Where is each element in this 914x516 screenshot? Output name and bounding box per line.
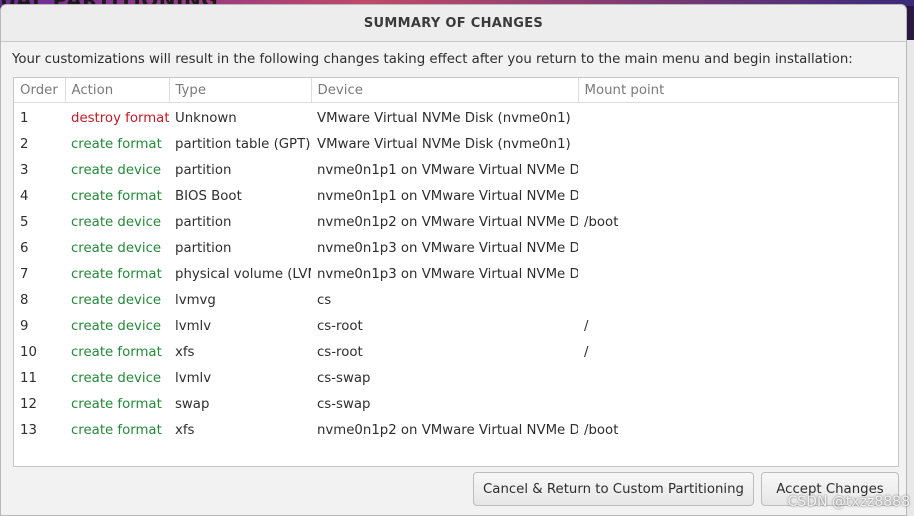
dialog-title: SUMMARY OF CHANGES [363, 15, 544, 31]
cell-order: 5 [20, 214, 29, 230]
cell-type: partition [175, 214, 232, 230]
cell-mount-point [578, 103, 898, 132]
cell-order: 3 [20, 162, 29, 178]
cell-mount-point: /boot [584, 422, 619, 438]
cell-action: create format [71, 344, 162, 360]
cell-mount-point [578, 235, 898, 261]
cell-type: xfs [175, 422, 195, 438]
cell-mount-point: / [584, 318, 589, 334]
cell-type: swap [175, 396, 210, 412]
cell-action: create device [71, 214, 162, 230]
cell-type: lvmvg [175, 292, 216, 308]
table-row[interactable]: 12 create format swap cs-swap [14, 391, 898, 417]
cell-order: 6 [20, 240, 29, 256]
cell-device: nvme0n1p3 on VMware Virtual NVMe Disk [317, 240, 578, 256]
cell-mount-point [578, 157, 898, 183]
cell-action: create device [71, 370, 162, 386]
table-row[interactable]: 6 create device partition nvme0n1p3 on VMwa… [14, 235, 898, 261]
cell-order: 11 [20, 370, 37, 386]
cell-action: create format [71, 188, 162, 204]
cell-order: 10 [20, 344, 37, 360]
cell-order: 2 [20, 136, 29, 152]
cell-action: create device [71, 240, 162, 256]
table-row[interactable]: 10 create format xfs cs-root / [14, 339, 898, 365]
table-row[interactable]: 9 create device lvmlv cs-root / [14, 313, 898, 339]
cell-type: partition [175, 162, 232, 178]
cell-order: 8 [20, 292, 29, 308]
cell-device: nvme0n1p2 on VMware Virtual NVMe Disk [317, 214, 578, 230]
column-header-action[interactable]: Action [65, 78, 170, 103]
cell-type: BIOS Boot [175, 188, 242, 204]
cell-order: 4 [20, 188, 29, 204]
cell-mount-point [578, 287, 898, 313]
cell-action: create format [71, 136, 162, 152]
cell-device: nvme0n1p1 on VMware Virtual NVMe Disk [317, 188, 578, 204]
cell-order: 9 [20, 318, 29, 334]
table-row[interactable]: 13 create format xfs nvme0n1p2 on VMware Vi… [14, 417, 898, 443]
cell-device: cs-root [317, 344, 363, 360]
table-row[interactable]: 1 destroy format Unknown VMware Virtual NVM… [14, 103, 898, 132]
summary-dialog: SUMMARY OF CHANGES Your customizations w… [0, 4, 907, 516]
changes-table-container[interactable]: Order Action Type Device Mount point 1 de… [13, 77, 899, 467]
intro-text: Your customizations will result in the f… [12, 52, 853, 67]
table-row[interactable]: 5 create device partition nvme0n1p2 on VMwa… [14, 209, 898, 235]
cell-mount-point: /boot [584, 214, 619, 230]
cell-mount-point [578, 261, 898, 287]
cell-device: nvme0n1p1 on VMware Virtual NVMe Disk [317, 162, 578, 178]
table-header-row: Order Action Type Device Mount point [14, 78, 898, 103]
cell-order: 12 [20, 396, 37, 412]
cell-order: 13 [20, 422, 37, 438]
cell-type: Unknown [175, 110, 237, 126]
watermark: CSDN @txzz8888 [787, 494, 910, 510]
cell-type: lvmlv [175, 318, 212, 334]
changes-table: Order Action Type Device Mount point 1 de… [14, 78, 898, 443]
cell-device: cs-swap [317, 370, 371, 386]
table-body: 1 destroy format Unknown VMware Virtual NVM… [14, 103, 898, 444]
table-row[interactable]: 2 create format partition table (GPT) VMwar… [14, 131, 898, 157]
cell-device: nvme0n1p2 on VMware Virtual NVMe Disk [317, 422, 578, 438]
cell-order: 1 [20, 110, 29, 126]
dialog-header: SUMMARY OF CHANGES [1, 5, 906, 42]
cell-action: create device [71, 318, 162, 334]
table-row[interactable]: 7 create format physical volume (LVM) nvme0… [14, 261, 898, 287]
cell-order: 7 [20, 266, 29, 282]
table-row[interactable]: 8 create device lvmvg cs [14, 287, 898, 313]
cell-type: lvmlv [175, 370, 212, 386]
cell-type: physical volume (LVM) [175, 266, 311, 282]
cell-type: partition [175, 240, 232, 256]
cell-device: nvme0n1p3 on VMware Virtual NVMe Disk [317, 266, 578, 282]
cell-action: create device [71, 162, 162, 178]
cell-device: VMware Virtual NVMe Disk (nvme0n1) [317, 136, 571, 152]
cell-device: cs-swap [317, 396, 371, 412]
column-header-device[interactable]: Device [311, 78, 579, 103]
column-header-order[interactable]: Order [14, 78, 66, 103]
cell-device: cs-root [317, 318, 363, 334]
cell-mount-point [578, 365, 898, 391]
cell-action: create format [71, 422, 162, 438]
table-row[interactable]: 11 create device lvmlv cs-swap [14, 365, 898, 391]
cell-mount-point: / [584, 344, 589, 360]
cell-type: partition table (GPT) [175, 136, 311, 152]
cell-action: destroy format [71, 110, 169, 126]
cell-device: VMware Virtual NVMe Disk (nvme0n1) [317, 110, 571, 126]
cell-type: xfs [175, 344, 195, 360]
cancel-return-button[interactable]: Cancel & Return to Custom Partitioning [473, 472, 754, 506]
column-header-mount-point[interactable]: Mount point [578, 78, 898, 103]
cell-mount-point [578, 183, 898, 209]
cell-action: create device [71, 292, 162, 308]
cell-mount-point [578, 391, 898, 417]
table-row[interactable]: 3 create device partition nvme0n1p1 on VMwa… [14, 157, 898, 183]
cell-action: create format [71, 396, 162, 412]
table-row[interactable]: 4 create format BIOS Boot nvme0n1p1 on VMwa… [14, 183, 898, 209]
cell-device: cs [317, 292, 332, 308]
cell-action: create format [71, 266, 162, 282]
column-header-type[interactable]: Type [169, 78, 312, 103]
cell-mount-point [578, 131, 898, 157]
